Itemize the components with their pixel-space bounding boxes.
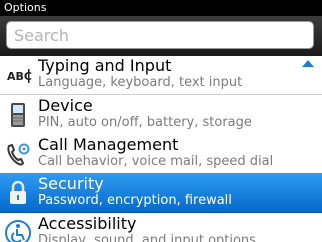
options-list: ABC Typing and Input Language, keyboard,… xyxy=(0,57,322,242)
list-item-security[interactable]: Security Password, encryption, firewall xyxy=(0,173,322,213)
search-input[interactable] xyxy=(7,22,313,48)
list-item-label: Security xyxy=(38,174,104,193)
scroll-up-arrow-icon[interactable] xyxy=(302,60,314,67)
list-item-subtitle: Display, sound, and input options xyxy=(38,233,256,242)
abc-keyboard-icon: ABC xyxy=(7,69,32,83)
list-item-subtitle: Call behavior, voice mail, speed dial xyxy=(38,154,274,169)
device-icon xyxy=(11,103,25,127)
phone-settings-icon xyxy=(7,143,30,166)
list-item-label: Accessibility xyxy=(38,214,137,233)
search-bar xyxy=(0,16,322,56)
title-bar: Options xyxy=(0,0,322,16)
list-item-accessibility[interactable]: Accessibility Display, sound, and input … xyxy=(0,213,322,242)
accessibility-icon xyxy=(5,220,31,242)
list-item-subtitle: Password, encryption, firewall xyxy=(38,193,232,208)
list-item-label: Typing and Input xyxy=(38,57,172,75)
list-item-label: Device xyxy=(38,96,93,115)
lock-icon xyxy=(10,180,26,204)
window-title: Options xyxy=(4,1,47,14)
list-item-typing-and-input[interactable]: ABC Typing and Input Language, keyboard,… xyxy=(0,57,322,95)
list-item-device[interactable]: Device PIN, auto on/off, battery, storag… xyxy=(0,95,322,135)
list-item-label: Call Management xyxy=(38,135,179,154)
list-item-subtitle: Language, keyboard, text input xyxy=(38,75,243,90)
list-item-call-management[interactable]: Call Management Call behavior, voice mai… xyxy=(0,134,322,174)
search-box[interactable] xyxy=(6,21,314,49)
list-item-subtitle: PIN, auto on/off, battery, storage xyxy=(38,115,252,130)
